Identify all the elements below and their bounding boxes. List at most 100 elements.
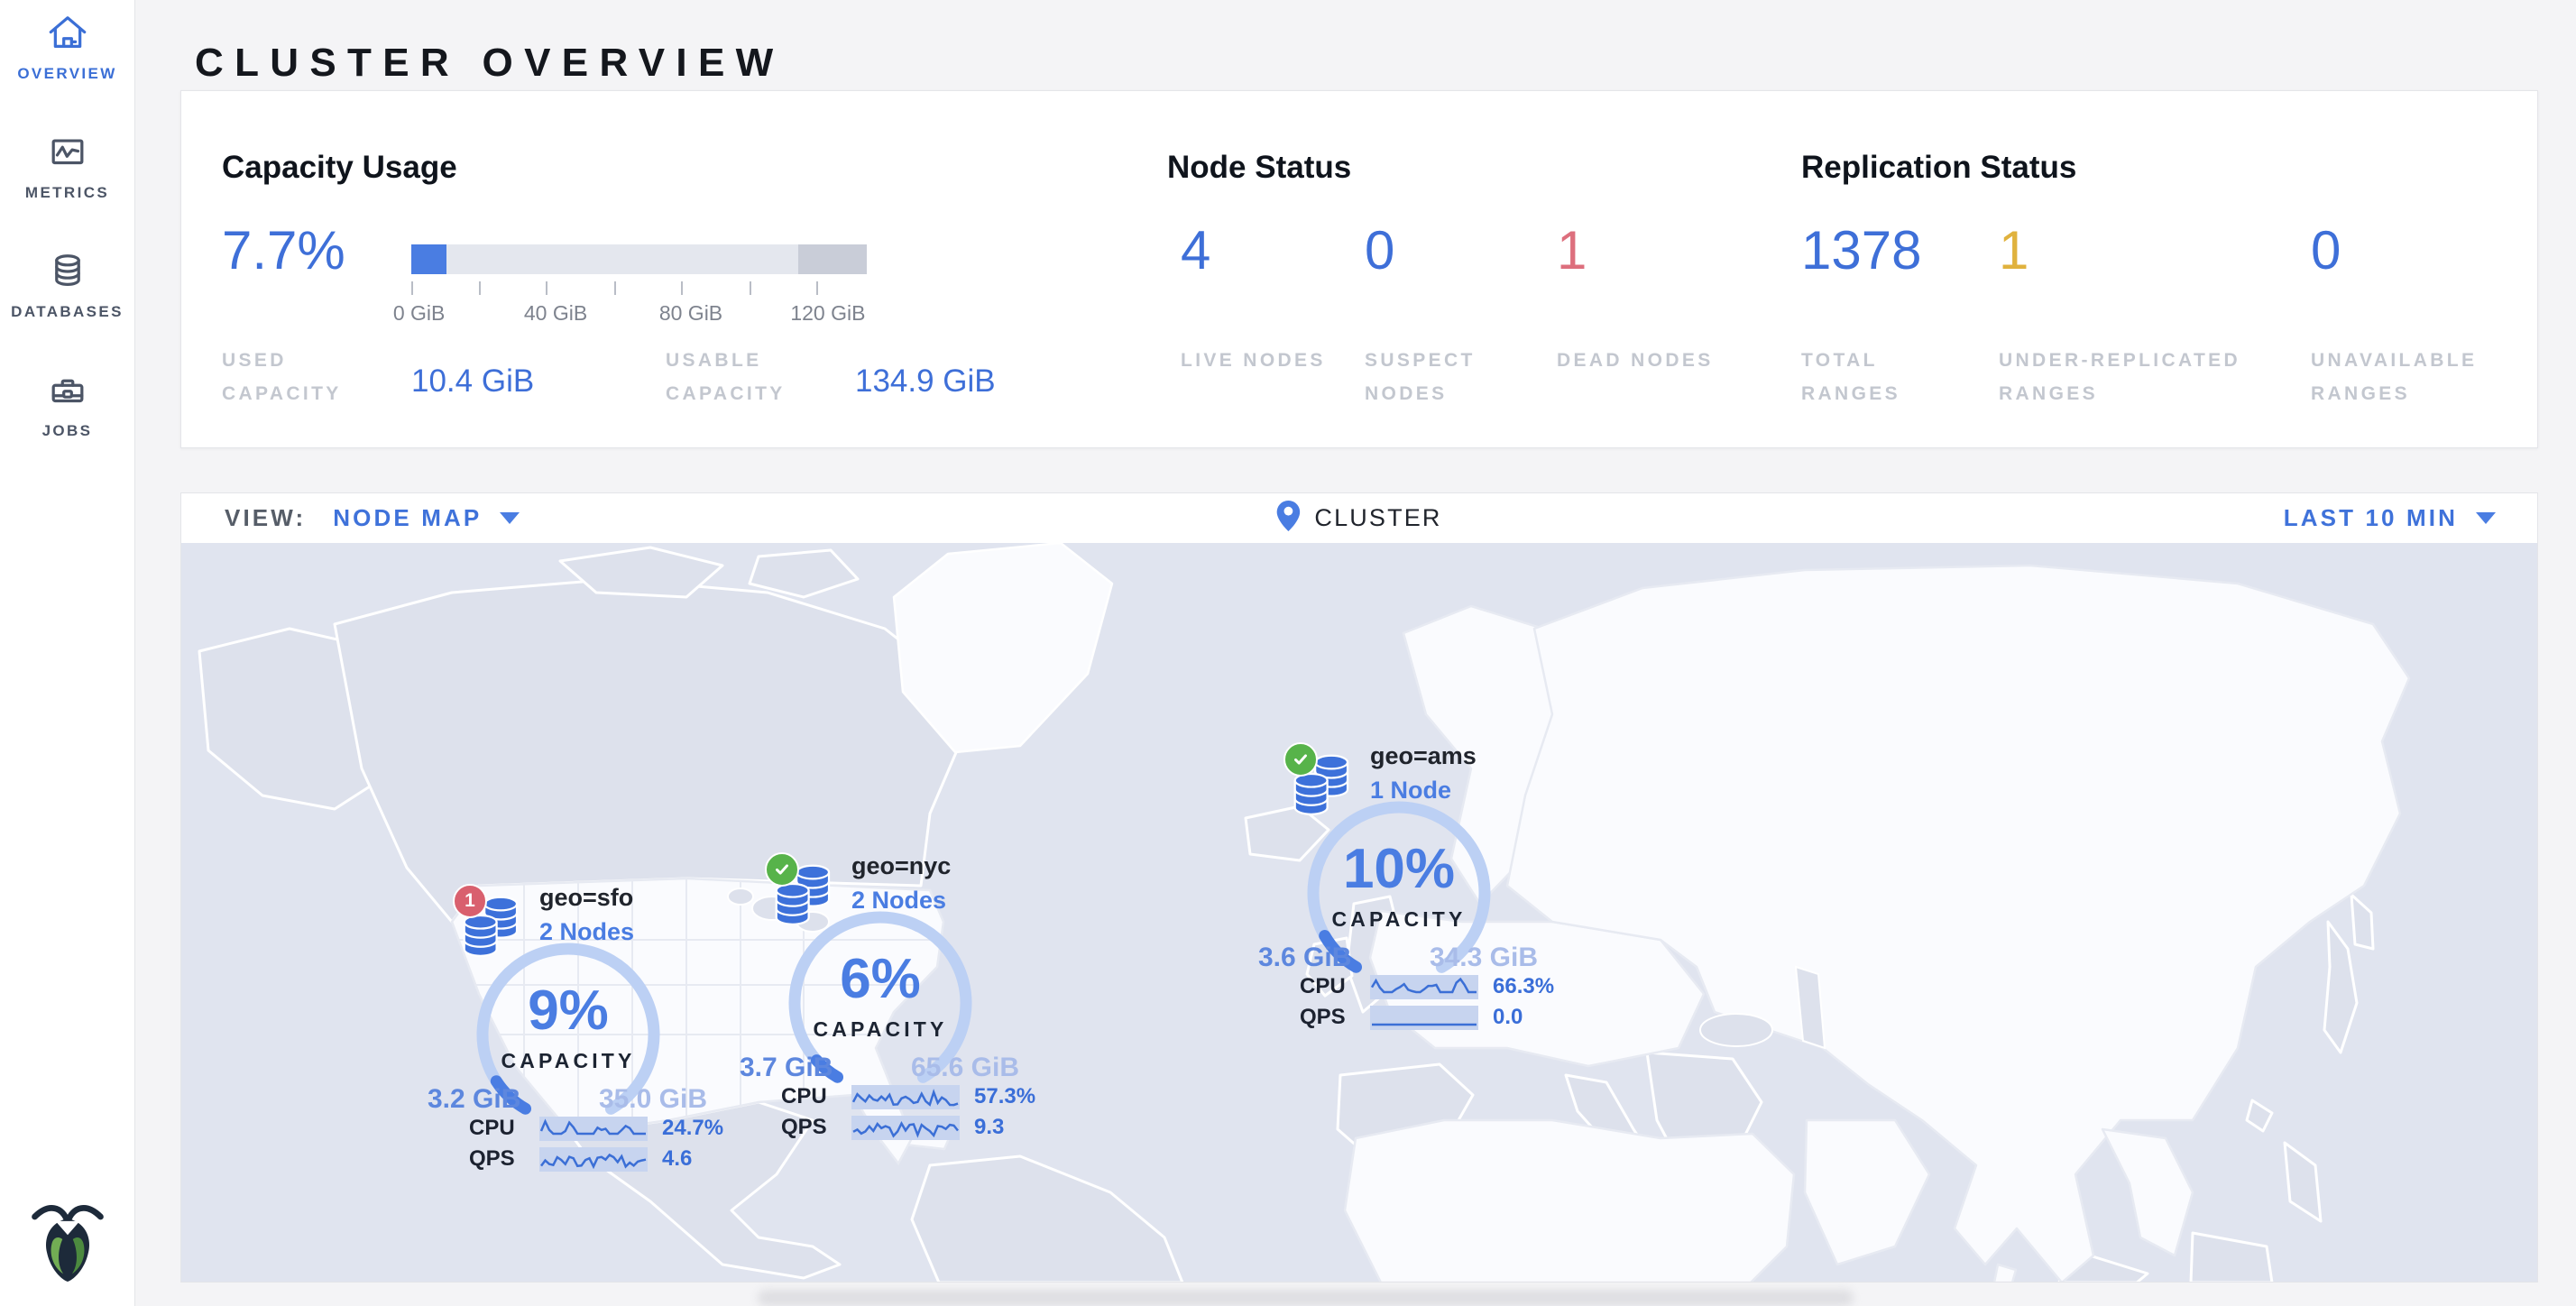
- sidebar-item-overview[interactable]: OVERVIEW: [0, 0, 134, 119]
- gauge-capacity-label: CAPACITY: [779, 1017, 981, 1042]
- capacity-values: 3.7 GiB 65.6 GiB: [740, 1053, 1019, 1083]
- locality-name: geo=nyc: [851, 852, 951, 880]
- cluster-summary-card: Capacity Usage 7.7% 0 GiB 40 GiB 80 GiB 120…: [180, 90, 2538, 448]
- sparkline-chart: [851, 1116, 960, 1140]
- sidebar-item-databases[interactable]: DATABASES: [0, 238, 134, 357]
- capacity-tick-label: 40 GiB: [524, 301, 587, 326]
- gauge-capacity-label: CAPACITY: [1298, 907, 1500, 932]
- breadcrumb-cluster[interactable]: CLUSTER: [1314, 504, 1441, 532]
- capacity-bar-track: [411, 244, 867, 274]
- map-locality-node-nyc[interactable]: geo=nyc 2 Nodes 6% CAPACITY 3.7 GiB 65.6…: [765, 852, 1099, 1258]
- sidebar-item-jobs[interactable]: JOBS: [0, 357, 134, 476]
- capacity-values: 3.2 GiB 35.0 GiB: [428, 1084, 707, 1115]
- sparkline-chart: [539, 1147, 648, 1172]
- locality-usable-capacity: 34.3 GiB: [1430, 943, 1538, 973]
- suspect-nodes-count: 0: [1365, 219, 1394, 281]
- view-selector: VIEW: NODE MAP: [181, 504, 520, 532]
- healthy-check-badge: [765, 852, 799, 887]
- sidebar-item-label: METRICS: [25, 184, 109, 202]
- qps-metric-row: QPS 4.6: [469, 1145, 692, 1173]
- view-dropdown[interactable]: NODE MAP: [333, 504, 482, 532]
- map-locality-node-ams[interactable]: geo=ams 1 Node 10% CAPACITY 3.6 GiB 34.3…: [1283, 742, 1617, 1148]
- usable-capacity-value: 134.9 GiB: [855, 363, 996, 400]
- sparkline-chart: [1370, 975, 1478, 999]
- cockroachdb-logo: [24, 1194, 111, 1284]
- time-range-dropdown[interactable]: LAST 10 MIN: [2284, 504, 2458, 532]
- dead-nodes-label: DEAD NODES: [1557, 344, 1719, 377]
- metric-label: CPU: [1300, 974, 1356, 999]
- capacity-tick: [546, 281, 547, 295]
- capacity-tick: [614, 281, 616, 295]
- cpu-metric-row: CPU 57.3%: [781, 1083, 1035, 1110]
- sidebar-item-label: DATABASES: [11, 303, 124, 321]
- dead-node-badge: 1: [453, 884, 487, 918]
- gauge-percent: 6%: [779, 947, 981, 1011]
- cpu-metric-row: CPU 66.3%: [1300, 973, 1554, 1000]
- qps-metric-row: QPS 9.3: [781, 1114, 1004, 1141]
- locality-usable-capacity: 35.0 GiB: [599, 1084, 707, 1115]
- total-ranges-count: 1378: [1801, 219, 1921, 281]
- sidebar-item-metrics[interactable]: METRICS: [0, 119, 134, 238]
- database-icon: [45, 251, 90, 292]
- locality-name: geo=sfo: [539, 884, 633, 912]
- used-capacity-value: 10.4 GiB: [411, 363, 534, 400]
- capacity-tick-label: 120 GiB: [790, 301, 865, 326]
- gauge-percent: 9%: [467, 979, 669, 1043]
- capacity-tick: [816, 281, 818, 295]
- capacity-used-percent: 7.7%: [222, 219, 345, 281]
- used-capacity-label: USED CAPACITY: [222, 344, 375, 410]
- live-nodes-label: LIVE NODES: [1181, 344, 1343, 377]
- metric-label: QPS: [781, 1115, 837, 1140]
- gauge-capacity-label: CAPACITY: [467, 1049, 669, 1073]
- page-title: CLUSTER OVERVIEW: [195, 41, 784, 86]
- capacity-tick-label: 0 GiB: [393, 301, 446, 326]
- unavailable-ranges-count: 0: [2311, 219, 2341, 281]
- metric-value: 0.0: [1493, 1005, 1523, 1030]
- node-status-title: Node Status: [1167, 150, 1351, 186]
- capacity-values: 3.6 GiB 34.3 GiB: [1258, 943, 1538, 973]
- metric-value: 57.3%: [974, 1084, 1035, 1109]
- capacity-tick: [750, 281, 751, 295]
- metric-value: 24.7%: [662, 1116, 723, 1141]
- capacity-tick-label: 80 GiB: [659, 301, 722, 326]
- replication-status-title: Replication Status: [1801, 150, 2076, 186]
- locality-used-capacity: 3.6 GiB: [1258, 943, 1351, 973]
- cpu-metric-row: CPU 24.7%: [469, 1115, 723, 1142]
- caret-down-icon[interactable]: [500, 512, 520, 524]
- capacity-bar-fill: [411, 244, 446, 274]
- sidebar-item-label: OVERVIEW: [17, 65, 116, 83]
- metric-label: QPS: [469, 1146, 525, 1172]
- map-locality-node-sfo[interactable]: 1 geo=sfo: [453, 884, 787, 1283]
- capacity-tick: [411, 281, 413, 295]
- capacity-tick: [681, 281, 683, 295]
- node-map[interactable]: 1 geo=sfo: [180, 543, 2538, 1283]
- capacity-bar-reserved: [798, 244, 867, 274]
- breadcrumb: CLUSTER: [1276, 501, 1441, 536]
- metric-label: CPU: [781, 1084, 837, 1109]
- capacity-bar: 0 GiB40 GiB80 GiB120 GiB: [411, 244, 867, 344]
- time-range-selector: LAST 10 MIN: [2284, 504, 2537, 532]
- live-nodes-count: 4: [1181, 219, 1210, 281]
- locality-usable-capacity: 65.6 GiB: [911, 1053, 1019, 1083]
- suspect-nodes-label: SUSPECT NODES: [1365, 344, 1527, 410]
- sparkline-chart: [539, 1117, 648, 1141]
- caret-down-icon[interactable]: [2476, 512, 2496, 524]
- under-replicated-ranges-label: UNDER-REPLICATED RANGES: [1999, 344, 2296, 410]
- capacity-tick: [479, 281, 481, 295]
- dead-nodes-count: 1: [1557, 219, 1587, 281]
- healthy-check-badge: [1283, 742, 1318, 777]
- map-node-layer: 1 geo=sfo: [181, 543, 2537, 1282]
- briefcase-icon: [45, 370, 90, 411]
- metric-value: 9.3: [974, 1115, 1004, 1140]
- locality-used-capacity: 3.2 GiB: [428, 1084, 520, 1115]
- usable-capacity-label: USABLE CAPACITY: [666, 344, 819, 410]
- capacity-usage-title: Capacity Usage: [222, 150, 457, 186]
- view-label: VIEW:: [225, 504, 306, 532]
- locality-name: geo=ams: [1370, 742, 1477, 770]
- unavailable-ranges-label: UNAVAILABLE RANGES: [2311, 344, 2527, 410]
- sidebar: OVERVIEW METRICS DATABASES: [0, 0, 135, 1306]
- map-toolbar: VIEW: NODE MAP CLUSTER LAST 10 MIN: [180, 492, 2538, 544]
- locality-used-capacity: 3.7 GiB: [740, 1053, 833, 1083]
- sparkline-chart: [851, 1085, 960, 1109]
- metric-label: CPU: [469, 1116, 525, 1141]
